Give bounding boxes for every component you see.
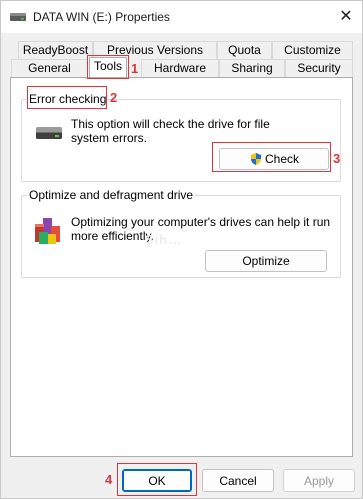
tab-general[interactable]: General [11, 59, 88, 77]
title-bar: DATA WIN (E:) Properties ✕ [1, 1, 362, 33]
tab-security[interactable]: Security [285, 59, 353, 77]
tab-readyboost[interactable]: ReadyBoost [18, 41, 93, 59]
annotation-number-2: 2 [110, 90, 118, 105]
ok-button[interactable]: OK [122, 469, 192, 492]
tools-tab-panel: Error checking This option will check th… [10, 77, 353, 457]
drive-title-icon [10, 13, 26, 21]
error-checking-description-line2: system errors. [71, 131, 148, 145]
cancel-button[interactable]: Cancel [202, 469, 274, 492]
drive-icon [36, 127, 62, 139]
tab-sharing[interactable]: Sharing [219, 59, 285, 77]
ok-button-label: OK [148, 473, 166, 488]
tab-customize[interactable]: Customize [272, 41, 353, 59]
cancel-button-label: Cancel [219, 473, 257, 488]
optimize-description-line1: Optimizing your computer's drives can he… [71, 215, 331, 229]
error-checking-description-line1: This option will check the drive for fil… [71, 117, 270, 131]
tab-tools[interactable]: Tools [89, 57, 127, 77]
close-button[interactable]: ✕ [336, 7, 356, 27]
error-checking-legend: Error checking [27, 92, 109, 106]
annotation-number-1: 1 [131, 61, 139, 76]
defrag-icon [35, 218, 60, 244]
tab-hardware[interactable]: Hardware [141, 59, 219, 77]
optimize-group: Optimize and defragment drive Optimizing… [21, 188, 341, 278]
check-button-label: Check [264, 152, 299, 166]
annotation-number-3: 3 [333, 151, 341, 166]
optimize-button[interactable]: Optimize [205, 250, 327, 272]
window-title: DATA WIN (E:) Properties [33, 10, 170, 24]
apply-button-label: Apply [303, 473, 335, 488]
error-checking-group: Error checking This option will check th… [21, 92, 341, 182]
properties-window: DATA WIN (E:) Properties ✕ ReadyBoost Pr… [0, 0, 363, 499]
optimize-button-label: Optimize [242, 254, 290, 268]
tab-quota[interactable]: Quota [217, 41, 272, 59]
annotation-number-4: 4 [105, 472, 113, 487]
check-button[interactable]: Check [219, 148, 329, 170]
optimize-legend: Optimize and defragment drive [27, 188, 196, 202]
apply-button[interactable]: Apply [283, 469, 355, 492]
watermark: Sih… [145, 232, 183, 247]
uac-shield-icon [250, 153, 261, 165]
optimize-description-line2: more efficiently. [71, 229, 154, 243]
